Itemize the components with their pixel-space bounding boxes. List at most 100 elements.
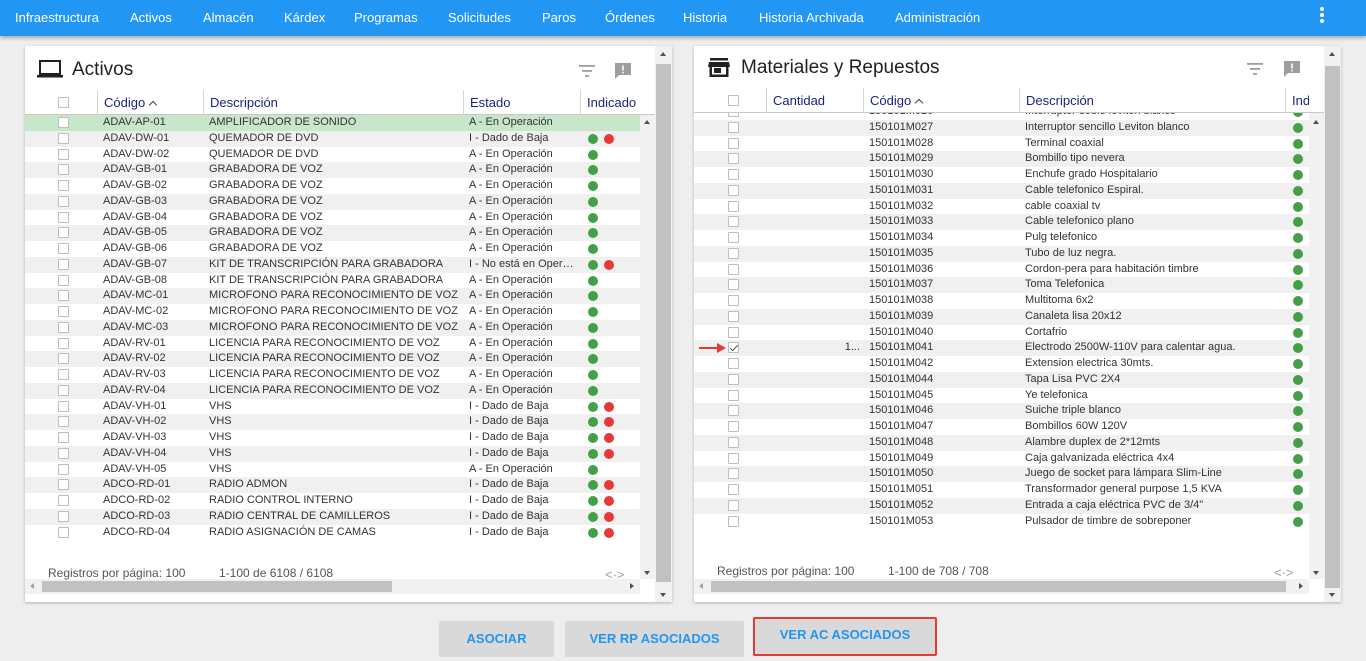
row-checkbox[interactable]	[728, 358, 739, 369]
assets-panel-scrollbar[interactable]	[655, 46, 672, 602]
view-ac-associated-button[interactable]: VER AC ASOCIADOS	[753, 617, 937, 656]
table-row[interactable]: ADAV-GB-08 KIT DE TRANSCRIPCIÓN PARA GRAB…	[25, 273, 655, 289]
header-cantidad[interactable]: Cantidad	[766, 88, 863, 113]
cell-cantidad[interactable]	[766, 403, 860, 419]
table-row[interactable]: 150101M034 Pulg telefonico	[694, 230, 1324, 246]
materials-horizontal-scrollbar[interactable]	[694, 579, 1309, 594]
cell-cantidad[interactable]	[766, 199, 860, 215]
nav-historia[interactable]: Historia	[683, 0, 727, 36]
table-row[interactable]: 150101M026 Interruptor doble leviton blan…	[694, 113, 1324, 120]
table-row[interactable]: 1... 150101M041 Electrodo 2500W-110V para …	[694, 340, 1324, 356]
row-checkbox[interactable]	[728, 113, 739, 117]
cell-cantidad[interactable]	[766, 325, 860, 341]
row-checkbox[interactable]	[58, 227, 69, 239]
table-row[interactable]: ADAV-GB-07 KIT DE TRANSCRIPCIÓN PARA GRAB…	[25, 256, 655, 273]
table-row[interactable]: ADCO-RD-03 RADIO CENTRAL DE CAMILLEROS I -…	[25, 508, 655, 525]
materials-panel-scrollbar[interactable]	[1324, 46, 1341, 602]
table-row[interactable]: 150101M032 cable coaxial tv	[694, 199, 1324, 215]
cell-cantidad[interactable]	[766, 120, 860, 136]
cell-cantidad[interactable]	[766, 388, 860, 404]
row-checkbox[interactable]	[58, 384, 69, 396]
scroll-up-icon[interactable]	[660, 52, 666, 56]
row-checkbox[interactable]	[58, 211, 69, 223]
table-row[interactable]: 150101M028 Terminal coaxial	[694, 136, 1324, 152]
table-row[interactable]: 150101M037 Toma Telefonica	[694, 277, 1324, 293]
scroll-down-icon[interactable]	[660, 593, 666, 597]
table-row[interactable]: 150101M046 Suiche triple blanco	[694, 403, 1324, 419]
row-checkbox[interactable]	[58, 526, 69, 538]
cell-cantidad[interactable]	[766, 151, 860, 167]
scroll-down-icon[interactable]	[644, 571, 650, 575]
nav-programas[interactable]: Programas	[354, 0, 418, 36]
table-row[interactable]: 150101M053 Pulsador de timbre de sobrepon…	[694, 514, 1324, 530]
row-checkbox[interactable]	[728, 137, 739, 149]
table-row[interactable]: 150101M027 Interruptor sencillo Leviton b…	[694, 119, 1324, 136]
nav-activos[interactable]: Activos	[130, 0, 172, 36]
row-checkbox[interactable]	[728, 326, 739, 338]
table-row[interactable]: ADAV-GB-05 GRABADORA DE VOZ A - En Operaci…	[25, 225, 655, 241]
table-row[interactable]: 150101M050 Juego de socket para lámpara S…	[694, 466, 1324, 482]
row-checkbox[interactable]	[58, 432, 69, 443]
row-checkbox[interactable]	[58, 416, 69, 428]
table-row[interactable]: 150101M049 Caja galvanizada eléctrica 4x4	[694, 451, 1324, 467]
feedback-icon[interactable]	[1283, 60, 1301, 78]
nav-paros[interactable]: Paros	[542, 0, 576, 36]
scroll-right-icon[interactable]	[1299, 583, 1303, 589]
table-row[interactable]: ADAV-DW-01 QUEMADOR DE DVD I - Dado de Baj…	[25, 130, 655, 147]
table-row[interactable]: 150101M047 Bombillos 60W 120V	[694, 419, 1324, 435]
table-row[interactable]: ADAV-MC-01 MICROFONO PARA RECONOCIMIENTO …	[25, 288, 655, 304]
header-descripcion[interactable]: Descripción	[1019, 88, 1285, 113]
table-row[interactable]: ADAV-RV-01 LICENCIA PARA RECONOCIMIENTO D…	[25, 336, 655, 352]
table-row[interactable]: ADAV-RV-02 LICENCIA PARA RECONOCIMIENTO D…	[25, 351, 655, 367]
cell-cantidad[interactable]	[766, 214, 860, 230]
row-checkbox[interactable]	[728, 295, 739, 306]
row-checkbox[interactable]	[728, 169, 739, 180]
row-checkbox[interactable]	[58, 164, 69, 176]
row-checkbox[interactable]	[728, 216, 739, 228]
associate-button[interactable]: ASOCIAR	[439, 621, 554, 657]
table-row[interactable]: ADAV-VH-03 VHS I - Dado de Baja	[25, 430, 655, 446]
row-checkbox[interactable]	[728, 184, 739, 196]
feedback-icon[interactable]	[614, 62, 632, 80]
cell-cantidad[interactable]	[766, 356, 860, 372]
row-checkbox[interactable]	[58, 195, 69, 207]
row-checkbox[interactable]	[58, 495, 69, 506]
row-checkbox[interactable]	[58, 510, 69, 522]
more-vert-icon[interactable]	[1318, 7, 1326, 27]
expand-width-icon[interactable]: <·>	[605, 567, 625, 582]
row-checkbox[interactable]	[728, 200, 739, 212]
table-row[interactable]: 150101M029 Bombillo tipo nevera	[694, 151, 1324, 167]
scroll-up-icon[interactable]	[1313, 120, 1319, 124]
materials-vertical-scrollbar[interactable]	[1309, 113, 1324, 579]
header-codigo[interactable]: Código	[97, 90, 203, 115]
select-all-checkbox[interactable]	[58, 97, 69, 108]
scroll-thumb[interactable]	[711, 581, 1286, 592]
row-checkbox[interactable]	[728, 452, 739, 464]
row-checkbox[interactable]	[58, 180, 69, 191]
table-row[interactable]: ADAV-RV-03 LICENCIA PARA RECONOCIMIENTO D…	[25, 367, 655, 383]
row-checkbox[interactable]	[728, 263, 739, 275]
cell-cantidad[interactable]	[766, 183, 860, 199]
filter-icon[interactable]	[1247, 63, 1263, 75]
header-indicado[interactable]: Ind	[1285, 88, 1309, 113]
cell-cantidad[interactable]	[766, 451, 860, 467]
table-row[interactable]: ADCO-RD-02 RADIO CONTROL INTERNO I - Dado …	[25, 493, 655, 509]
row-checkbox[interactable]	[58, 479, 69, 491]
row-checkbox[interactable]	[58, 447, 69, 459]
row-checkbox[interactable]	[728, 468, 739, 480]
cell-cantidad[interactable]	[766, 293, 860, 309]
table-row[interactable]: 150101M035 Tubo de luz negra.	[694, 245, 1324, 262]
cell-cantidad[interactable]	[766, 167, 860, 183]
row-checkbox[interactable]	[728, 121, 739, 133]
table-row[interactable]: ADAV-VH-02 VHS I - Dado de Baja	[25, 414, 655, 430]
table-row[interactable]: ADCO-RD-01 RADIO ADMON I - Dado de Baja	[25, 477, 655, 493]
row-checkbox[interactable]	[728, 405, 739, 417]
nav-administracion[interactable]: Administración	[895, 0, 980, 36]
scroll-down-icon[interactable]	[1329, 593, 1335, 597]
table-row[interactable]: 150101M031 Cable telefonico Espiral.	[694, 182, 1324, 199]
row-checkbox[interactable]	[58, 290, 69, 302]
row-checkbox[interactable]	[58, 148, 69, 160]
row-checkbox[interactable]	[728, 373, 739, 385]
table-row[interactable]: 150101M048 Alambre duplex de 2*12mts	[694, 434, 1324, 451]
row-checkbox[interactable]	[728, 484, 739, 495]
